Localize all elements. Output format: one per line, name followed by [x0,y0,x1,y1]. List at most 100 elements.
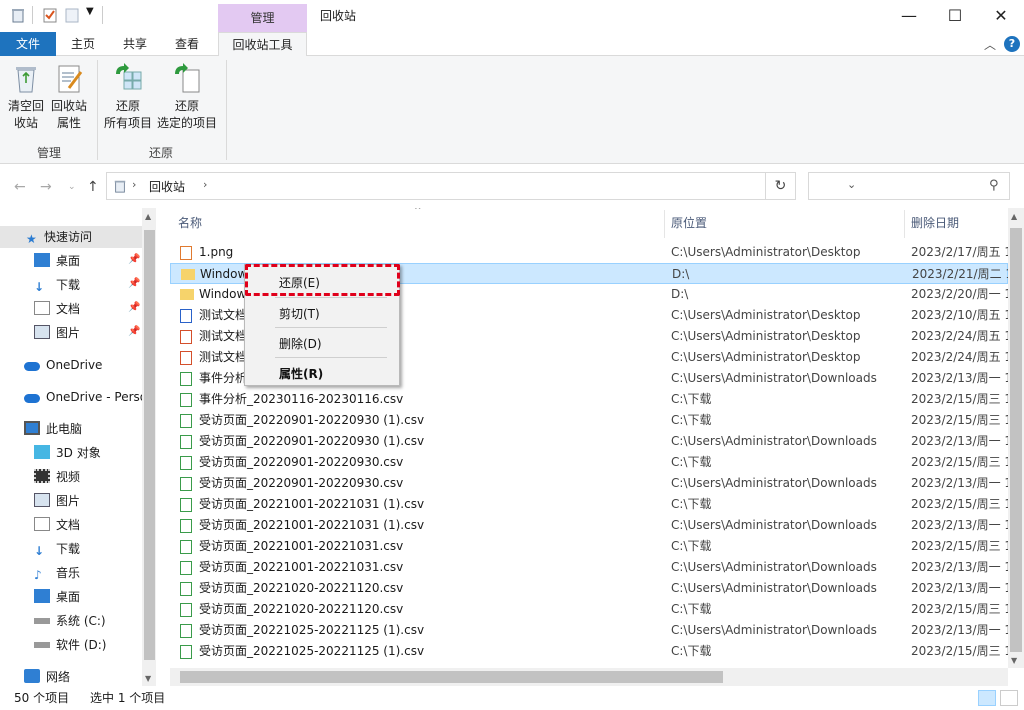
csv-file-icon [180,540,192,554]
nav-scroll-up-icon[interactable]: ▲ [145,212,151,221]
help-icon[interactable]: ? [1004,36,1020,52]
file-row[interactable]: 受访页面_20221001-20221031.csv C:\下载 2023/2/15… [170,536,1008,557]
properties-check-icon[interactable] [42,7,58,23]
nav-desktop[interactable]: 桌面 [0,250,142,272]
document-file-icon [180,309,192,323]
file-row[interactable]: 1.png C:\Users\Administrator\Desktop 2023/… [170,242,1008,263]
pin-icon[interactable]: 📌 [128,302,140,313]
nav-onedrive[interactable]: OneDrive [0,354,142,376]
tab-share[interactable]: 共享 [112,32,158,56]
address-bar[interactable]: › 回收站 › ⌄ [106,172,856,200]
nav-pictures-pc[interactable]: 图片 [0,490,142,512]
nav-this-pc[interactable]: 此电脑 [0,418,142,440]
tab-home[interactable]: 主页 [60,32,106,56]
file-row[interactable]: 受访页面_20221020-20221120.csv C:\下载 2023/2/15… [170,599,1008,620]
file-row[interactable]: 受访页面_20221001-20221031 (1).csv C:\Users\A… [170,515,1008,536]
refresh-button[interactable]: ↻ [766,172,796,200]
pin-icon[interactable]: 📌 [128,254,140,265]
breadcrumb-chevron-icon[interactable]: › [132,178,136,191]
restore-selected-button[interactable]: 还原 选定的项目 [156,62,218,132]
ribbon-collapse-icon[interactable]: ︿ [984,36,996,53]
column-separator[interactable] [664,210,665,238]
file-row[interactable]: 受访页面_20220901-20220930 (1).csv C:\Users\A… [170,431,1008,452]
details-view-button[interactable] [978,690,996,706]
nav-documents-pc[interactable]: 文档 [0,514,142,536]
qa-divider [32,6,33,24]
file-name: 受访页面_20221001-20221031 (1).csv [199,497,425,511]
pin-icon[interactable]: 📌 [128,326,140,337]
nav-videos[interactable]: 视频 [0,466,142,488]
nav-downloads-pc[interactable]: ↓ 下载 [0,538,142,560]
csv-file-icon [180,603,192,617]
nav-scrollbar-thumb[interactable] [144,230,155,660]
recent-dropdown-icon[interactable]: ⌄ [68,182,76,192]
breadcrumb-chevron-icon-2[interactable]: › [203,178,207,191]
column-header-date[interactable]: 删除日期 [911,214,959,231]
file-deleted-date: 2023/2/13/周一 1 [911,476,1008,490]
menu-item-properties[interactable]: 属性(R) [279,365,323,382]
nav-drive-c[interactable]: 系统 (C:) [0,610,142,632]
recycle-bin-small-icon[interactable] [10,7,26,23]
menu-item-cut[interactable]: 剪切(T) [279,305,320,322]
window-title: 回收站 [320,9,357,23]
selected-count: 选中 1 个项目 [90,691,166,705]
file-row[interactable]: 受访页面_20221001-20221031.csv C:\Users\Admin… [170,557,1008,578]
file-row[interactable]: 受访页面_20220901-20220930 (1).csv C:\下载 2023/… [170,410,1008,431]
column-header-location[interactable]: 原位置 [671,214,707,231]
empty-recycle-bin-button[interactable]: 清空回 收站 [6,62,46,132]
nav-label: 桌面 [56,590,81,604]
column-separator[interactable] [904,210,905,238]
nav-desktop-pc[interactable]: 桌面 [0,586,142,608]
file-location: C:\下载 [671,602,712,616]
tab-file[interactable]: 文件 [0,32,56,56]
nav-onedrive-personal[interactable]: OneDrive - Personal [0,386,156,408]
search-input[interactable]: ⚲ [808,172,1010,200]
recycle-bin-properties-button[interactable]: 回收站 属性 [48,62,90,132]
breadcrumb-recycle-bin[interactable]: 回收站 [149,178,185,195]
network-icon [24,669,40,683]
list-scroll-down-icon[interactable]: ▼ [1011,656,1017,665]
back-icon[interactable]: ← [14,179,26,195]
forward-icon[interactable]: → [40,179,52,195]
file-location: C:\下载 [671,539,712,553]
up-icon[interactable]: ↑ [87,179,99,195]
minimize-button[interactable]: — [886,0,932,32]
nav-label: 桌面 [56,254,81,268]
file-row[interactable]: 事件分析_20230116-20230116.csv C:\下载 2023/2/15… [170,389,1008,410]
maximize-button[interactable]: ☐ [932,0,978,32]
tab-view[interactable]: 查看 [164,32,210,56]
file-row[interactable]: 受访页面_20220901-20220930.csv C:\下载 2023/2/15… [170,452,1008,473]
nav-quick-access[interactable]: ★ 快速访问 [0,226,142,248]
file-name: 事件分析_20230116-20230116.csv [199,392,404,406]
nav-3d-objects[interactable]: 3D 对象 [0,442,142,464]
tiles-view-button[interactable] [1000,690,1018,706]
file-row[interactable]: 受访页面_20221025-20221125 (1).csv C:\Users\A… [170,620,1008,641]
document-icon [34,517,50,531]
file-row[interactable]: 受访页面_20220901-20220930.csv C:\Users\Admin… [170,473,1008,494]
nav-drive-d[interactable]: 软件 (D:) [0,634,142,656]
pictures-icon [34,325,50,339]
file-row[interactable]: 受访页面_20221001-20221031 (1).csv C:\下载 2023/… [170,494,1008,515]
file-deleted-date: 2023/2/15/周三 1 [911,644,1008,658]
list-scroll-up-icon[interactable]: ▲ [1011,212,1017,221]
close-button[interactable]: ✕ [978,0,1024,32]
list-scrollbar-thumb[interactable] [1010,228,1022,652]
file-name: 受访页面_20220901-20220930 (1).csv [199,413,425,427]
file-location: C:\Users\Administrator\Desktop [671,245,861,259]
qa-dropdown-icon[interactable]: ▼ [86,6,94,17]
nav-downloads[interactable]: ↓ 下载 [0,274,142,296]
file-row[interactable]: 受访页面_20221025-20221125 (1).csv C:\下载 2023/… [170,641,1008,662]
file-row[interactable]: 受访页面_20221020-20221120.csv C:\Users\Admin… [170,578,1008,599]
menu-item-delete[interactable]: 删除(D) [279,335,322,352]
new-folder-icon[interactable] [64,7,80,23]
nav-network[interactable]: 网络 [0,666,142,686]
list-hscrollbar-thumb[interactable] [180,671,723,683]
nav-pictures[interactable]: 图片 [0,322,142,344]
nav-documents[interactable]: 文档 [0,298,142,320]
nav-music[interactable]: ♪ 音乐 [0,562,142,584]
pin-icon[interactable]: 📌 [128,278,140,289]
nav-scroll-down-icon[interactable]: ▼ [145,674,151,683]
tab-recycle-bin-tools[interactable]: 回收站工具 [218,32,307,57]
column-header-name[interactable]: 名称 [178,214,202,231]
restore-all-button[interactable]: 还原 所有项目 [102,62,154,132]
